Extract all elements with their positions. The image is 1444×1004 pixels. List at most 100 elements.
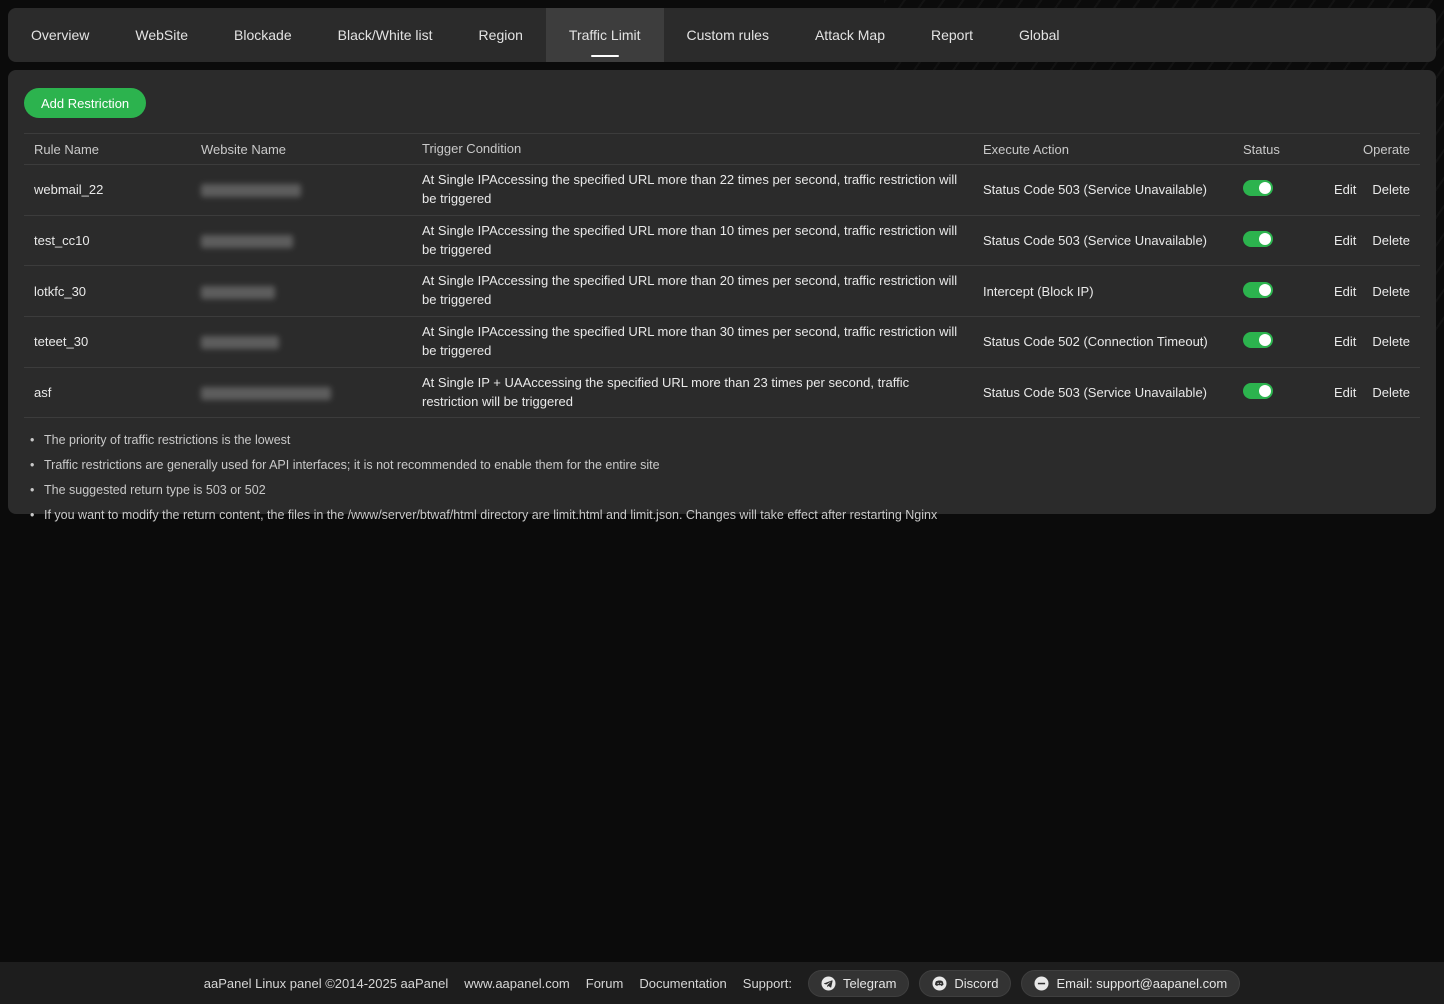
status-toggle[interactable] [1243, 383, 1273, 399]
trigger-condition: At Single IP + UAAccessing the specified… [412, 374, 973, 412]
toggle-knob [1259, 182, 1271, 194]
tab-traffic-limit[interactable]: Traffic Limit [546, 8, 664, 62]
execute-action: Status Code 502 (Connection Timeout) [973, 334, 1233, 349]
forum-link[interactable]: Forum [586, 976, 624, 991]
status-toggle[interactable] [1243, 180, 1273, 196]
tab-label: Custom rules [687, 27, 769, 43]
tab-label: Global [1019, 27, 1059, 43]
status-cell [1233, 332, 1332, 351]
notes-list: The priority of traffic restrictions is … [24, 433, 1420, 522]
tab-report[interactable]: Report [908, 8, 996, 62]
status-cell [1233, 231, 1332, 250]
rule-name: test_cc10 [24, 233, 191, 248]
tab-label: Region [479, 27, 523, 43]
redacted-text-block [201, 184, 301, 197]
execute-action: Status Code 503 (Service Unavailable) [973, 385, 1233, 400]
note-item: The priority of traffic restrictions is … [30, 433, 1420, 447]
delete-button[interactable]: Delete [1372, 385, 1410, 400]
note-item: Traffic restrictions are generally used … [30, 458, 1420, 472]
trigger-condition: At Single IPAccessing the specified URL … [412, 171, 973, 209]
add-restriction-button[interactable]: Add Restriction [24, 88, 146, 118]
rules-table: Rule Name Website Name Trigger Condition… [24, 133, 1420, 418]
status-toggle[interactable] [1243, 231, 1273, 247]
tab-attack-map[interactable]: Attack Map [792, 8, 908, 62]
operate-cell: Edit Delete [1332, 334, 1420, 349]
toggle-knob [1259, 284, 1271, 296]
note-item: If you want to modify the return content… [30, 508, 1420, 522]
execute-action: Intercept (Block IP) [973, 284, 1233, 299]
rule-name: teteet_30 [24, 334, 191, 349]
support-label: Support: [743, 976, 792, 991]
status-toggle[interactable] [1243, 332, 1273, 348]
table-header: Rule Name Website Name Trigger Condition… [24, 134, 1420, 165]
toggle-knob [1259, 385, 1271, 397]
documentation-link[interactable]: Documentation [639, 976, 726, 991]
edit-button[interactable]: Edit [1334, 385, 1356, 400]
redacted-text-block [201, 235, 293, 248]
rule-name: webmail_22 [24, 182, 191, 197]
rule-name: asf [24, 385, 191, 400]
website-link[interactable]: www.aapanel.com [464, 976, 570, 991]
email-button[interactable]: Email: support@aapanel.com [1021, 970, 1240, 997]
trigger-condition: At Single IPAccessing the specified URL … [412, 323, 973, 361]
tab-label: Black/White list [338, 27, 433, 43]
website-name-redacted [191, 284, 412, 299]
tab-overview[interactable]: Overview [8, 8, 112, 62]
redacted-text-block [201, 387, 331, 400]
edit-button[interactable]: Edit [1334, 233, 1356, 248]
execute-action: Status Code 503 (Service Unavailable) [973, 182, 1233, 197]
table-row: lotkfc_30 At Single IPAccessing the spec… [24, 266, 1420, 317]
discord-button[interactable]: Discord [919, 970, 1011, 997]
delete-button[interactable]: Delete [1372, 334, 1410, 349]
telegram-label: Telegram [843, 976, 896, 991]
operate-cell: Edit Delete [1332, 233, 1420, 248]
tab-custom-rules[interactable]: Custom rules [664, 8, 792, 62]
header-status: Status [1233, 142, 1332, 157]
discord-label: Discord [954, 976, 998, 991]
telegram-button[interactable]: Telegram [808, 970, 909, 997]
operate-cell: Edit Delete [1332, 284, 1420, 299]
header-operate: Operate [1332, 142, 1420, 157]
status-cell [1233, 383, 1332, 402]
status-toggle[interactable] [1243, 282, 1273, 298]
support-buttons: Telegram Discord Email: support@aapanel.… [808, 970, 1240, 997]
tab-label: Attack Map [815, 27, 885, 43]
tab-website[interactable]: WebSite [112, 8, 211, 62]
redacted-text-block [201, 286, 275, 299]
note-item: The suggested return type is 503 or 502 [30, 483, 1420, 497]
table-row: asf At Single IP + UAAccessing the speci… [24, 368, 1420, 419]
telegram-icon [821, 976, 836, 991]
edit-button[interactable]: Edit [1334, 182, 1356, 197]
website-name-redacted [191, 233, 412, 248]
edit-button[interactable]: Edit [1334, 284, 1356, 299]
tab-region[interactable]: Region [456, 8, 546, 62]
delete-button[interactable]: Delete [1372, 284, 1410, 299]
table-row: webmail_22 At Single IPAccessing the spe… [24, 165, 1420, 216]
tab-label: WebSite [135, 27, 188, 43]
tab-label: Report [931, 27, 973, 43]
trigger-condition: At Single IPAccessing the specified URL … [412, 272, 973, 310]
table-body: webmail_22 At Single IPAccessing the spe… [24, 165, 1420, 418]
traffic-limit-panel: Add Restriction Rule Name Website Name T… [8, 70, 1436, 514]
header-execute-action: Execute Action [973, 142, 1233, 157]
toggle-knob [1259, 233, 1271, 245]
discord-icon [932, 976, 947, 991]
trigger-condition: At Single IPAccessing the specified URL … [412, 222, 973, 260]
redacted-text-block [201, 336, 279, 349]
table-row: test_cc10 At Single IPAccessing the spec… [24, 216, 1420, 267]
edit-button[interactable]: Edit [1334, 334, 1356, 349]
status-cell [1233, 282, 1332, 301]
website-name-redacted [191, 385, 412, 400]
copyright-text: aaPanel Linux panel ©2014-2025 aaPanel [204, 976, 449, 991]
email-label: Email: support@aapanel.com [1056, 976, 1227, 991]
website-name-redacted [191, 182, 412, 197]
email-icon [1034, 976, 1049, 991]
tab-blockade[interactable]: Blockade [211, 8, 315, 62]
delete-button[interactable]: Delete [1372, 182, 1410, 197]
status-cell [1233, 180, 1332, 199]
rule-name: lotkfc_30 [24, 284, 191, 299]
tab-global[interactable]: Global [996, 8, 1082, 62]
tab-black-white-list[interactable]: Black/White list [315, 8, 456, 62]
tab-label: Traffic Limit [569, 27, 641, 43]
delete-button[interactable]: Delete [1372, 233, 1410, 248]
